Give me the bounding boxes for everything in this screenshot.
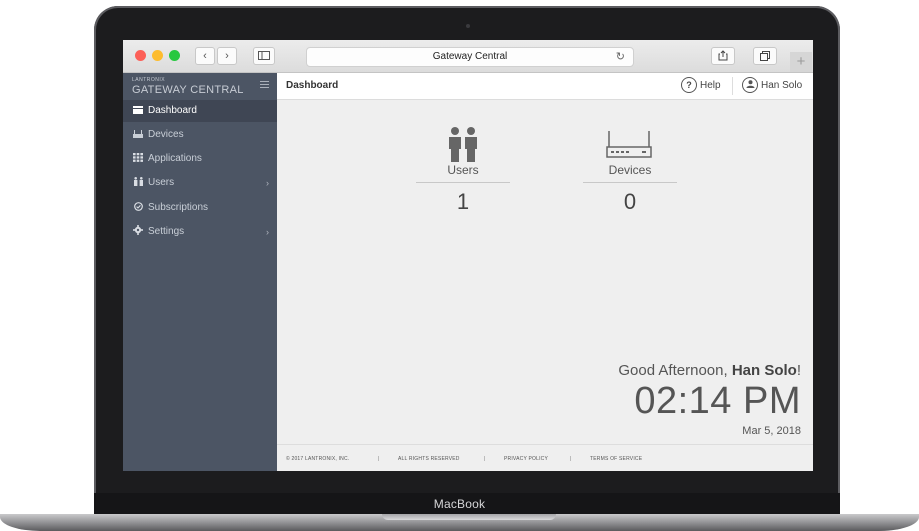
sidebar-item-label: Subscriptions (148, 202, 209, 213)
chevron-right-icon: › (225, 50, 229, 62)
grid-icon (132, 148, 144, 170)
minimize-window-button[interactable] (152, 50, 163, 61)
help-button[interactable]: ? Help (681, 77, 721, 95)
sidebar-item-label: Users (148, 177, 175, 188)
address-title: Gateway Central (432, 51, 508, 62)
footer-separator: | (378, 456, 380, 462)
sidebar-item-subscriptions[interactable]: Subscriptions (123, 197, 277, 219)
user-avatar-icon (742, 77, 758, 94)
new-tab-button[interactable]: + (790, 52, 812, 72)
hamburger-menu-icon[interactable] (260, 81, 269, 90)
browser-toolbar: ‹ › Gateway Central ↻ + (123, 40, 813, 73)
zoom-window-button[interactable] (169, 50, 180, 61)
dashboard-icon (132, 100, 144, 122)
router-icon (606, 131, 652, 158)
laptop-base-notch (382, 514, 556, 520)
greeting: Good Afternoon, Han Solo! (618, 362, 801, 379)
users-stat-label: Users (447, 163, 479, 177)
users-stat-divider (416, 182, 510, 183)
breadcrumb: Dashboard (286, 80, 339, 91)
sidebar-item-dashboard[interactable]: Dashboard (123, 100, 277, 122)
check-circle-icon (132, 197, 144, 219)
clock-time: 02:14 PM (634, 380, 801, 422)
page-footer: © 2017 LANTRONIX, INC. | ALL RIGHTS RESE… (277, 444, 813, 471)
reload-icon[interactable]: ↻ (616, 48, 625, 66)
users-icon (132, 172, 144, 194)
sidebar-item-settings[interactable]: Settings › (123, 221, 277, 243)
sidebar-item-devices[interactable]: Devices (123, 124, 277, 146)
sidebar-item-label: Applications (148, 153, 202, 164)
close-window-button[interactable] (135, 50, 146, 61)
greeting-prefix: Good Afternoon, (618, 362, 732, 379)
user-name: Han Solo (761, 80, 803, 91)
greeting-name: Han Solo (731, 362, 797, 379)
greeting-suffix: ! (796, 362, 801, 379)
share-button[interactable] (711, 47, 735, 65)
terms-of-service-link[interactable]: TERMS OF SERVICE (590, 456, 642, 462)
address-bar[interactable]: Gateway Central ↻ (306, 47, 634, 67)
chevron-left-icon: ‹ (203, 50, 207, 62)
help-icon: ? (681, 77, 697, 94)
users-stat-value: 1 (456, 189, 470, 214)
sidebar-item-applications[interactable]: Applications (123, 148, 277, 170)
header-divider (732, 77, 733, 95)
tabs-button[interactable] (753, 47, 777, 65)
footer-rights: ALL RIGHTS RESERVED (398, 456, 460, 462)
main-content: Dashboard ? Help Han Solo Users 1 Device… (277, 73, 813, 471)
tabs-icon (760, 51, 770, 61)
screen: ‹ › Gateway Central ↻ + LANTRONIX GATEWA… (123, 40, 813, 471)
footer-separator: | (570, 456, 572, 462)
devices-stat-card[interactable]: Devices 0 (583, 163, 677, 215)
chevron-right-icon: › (266, 178, 269, 188)
devices-stat-divider (583, 182, 677, 183)
user-menu-button[interactable]: Han Solo (742, 77, 802, 95)
sidebar-item-label: Settings (148, 226, 185, 237)
page-header: Dashboard ? Help Han Solo (277, 73, 813, 100)
devices-stat-label: Devices (608, 163, 652, 177)
users-icon (449, 127, 477, 162)
laptop-brand-label: MacBook (433, 497, 486, 511)
sidebar-toggle-button[interactable] (253, 47, 275, 65)
help-label: Help (700, 80, 721, 91)
chevron-right-icon: › (266, 227, 269, 237)
users-stat-card[interactable]: Users 1 (416, 163, 510, 215)
footer-separator: | (484, 456, 486, 462)
devices-icon (132, 124, 144, 146)
gear-icon (132, 221, 144, 243)
logo-company: LANTRONIX (132, 77, 166, 83)
logo-app-name[interactable]: GATEWAY CENTRAL (132, 84, 244, 96)
clock-date: Mar 5, 2018 (742, 425, 801, 437)
sidebar-item-label: Dashboard (148, 105, 197, 116)
sidebar-item-label: Devices (148, 129, 184, 140)
share-icon (718, 50, 728, 61)
footer-copyright: © 2017 LANTRONIX, INC. (286, 456, 350, 462)
forward-button[interactable]: › (217, 47, 237, 65)
camera-dot (466, 24, 470, 28)
sidebar-item-users[interactable]: Users › (123, 172, 277, 194)
privacy-policy-link[interactable]: PRIVACY POLICY (504, 456, 548, 462)
devices-stat-value: 0 (623, 189, 637, 214)
sidebar-toggle-icon (258, 51, 270, 60)
sidebar: LANTRONIX GATEWAY CENTRAL Dashboard Devi… (123, 73, 277, 471)
back-button[interactable]: ‹ (195, 47, 215, 65)
